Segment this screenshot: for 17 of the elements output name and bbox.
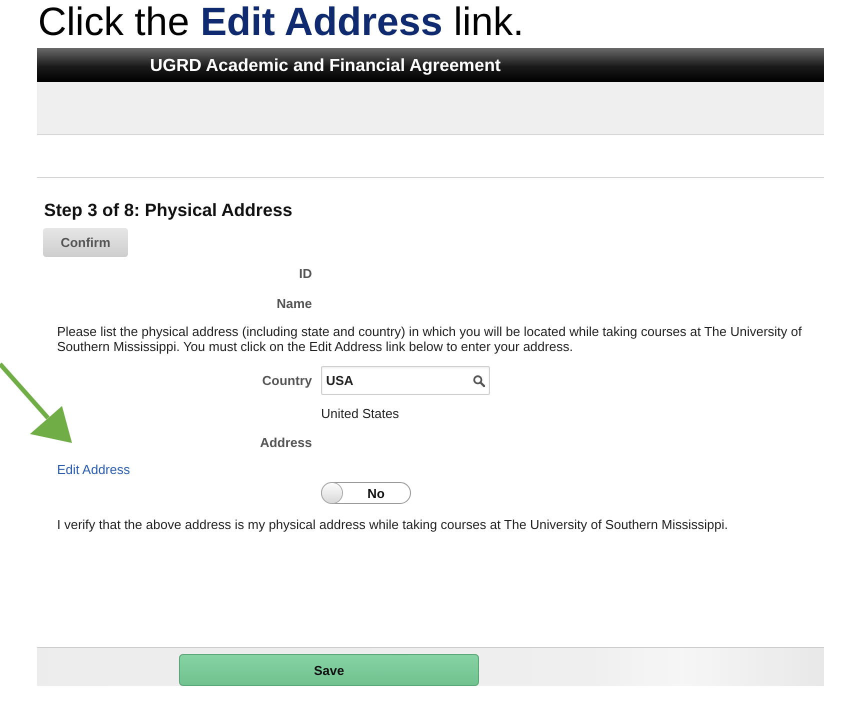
country-description: United States — [321, 406, 400, 420]
save-button[interactable]: Save — [179, 654, 479, 686]
info-paragraph: Please list the physical address (including state and country) in which you will be located while taking courses at The University of Southern Mississippi. You must click on the Edit Address link below to enter your address. — [57, 324, 803, 354]
edit-address-link[interactable]: Edit Address — [57, 462, 130, 476]
country-field[interactable]: USA — [321, 366, 490, 395]
field-label: Name — [276, 296, 312, 310]
switch-knob-icon — [322, 483, 342, 503]
info-paragraph: I verify that the above address is my physical address while taking courses at The University of Southern Mississippi. — [57, 517, 730, 532]
field-label: Country — [262, 373, 312, 388]
toggle-switch[interactable]: No — [321, 482, 411, 504]
window-title: UGRD Academic and Financial Agreement — [150, 54, 501, 76]
field-label: Address — [260, 434, 312, 450]
instruction-text: Click the Edit Address link. — [38, 0, 524, 44]
field-label: ID — [299, 266, 312, 280]
confirm-button[interactable]: Confirm — [43, 228, 128, 257]
step-heading: Step 3 of 8: Physical Address — [44, 199, 294, 221]
search-icon[interactable] — [473, 374, 485, 386]
